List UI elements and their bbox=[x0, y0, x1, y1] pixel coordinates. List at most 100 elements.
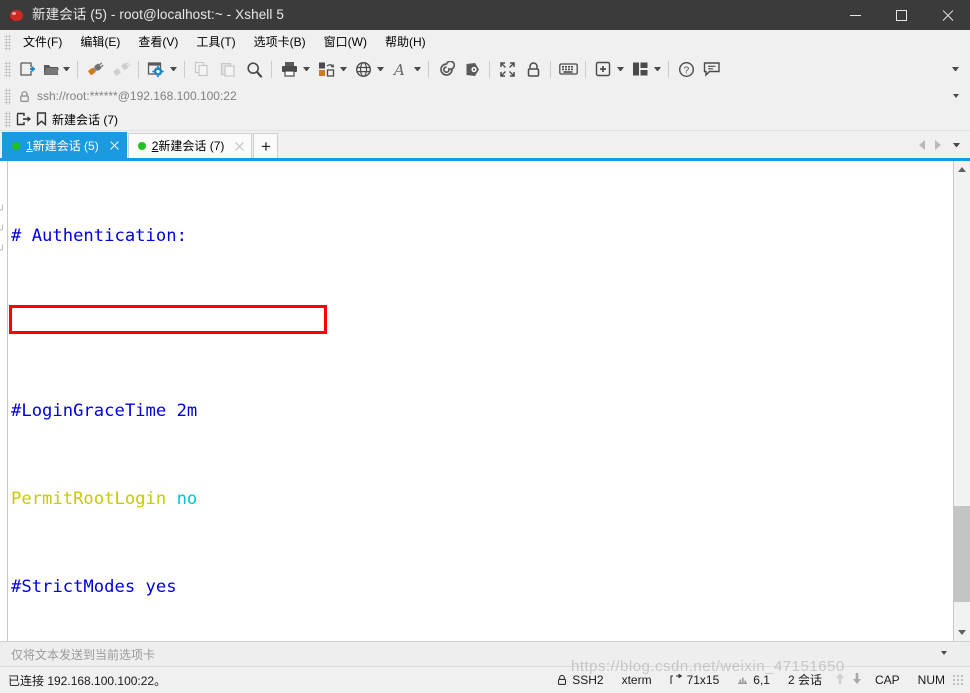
open-folder-caret-icon[interactable] bbox=[63, 67, 70, 71]
disconnect-plug-icon[interactable] bbox=[108, 57, 134, 81]
find-icon[interactable] bbox=[241, 57, 267, 81]
globe-icon[interactable] bbox=[350, 57, 376, 81]
status-caps-lock-label: CAP bbox=[874, 672, 900, 687]
toolbar-separator bbox=[184, 60, 185, 78]
tab-1-close-icon[interactable] bbox=[108, 139, 121, 152]
shell-spiral-icon[interactable] bbox=[433, 57, 459, 81]
fullscreen-icon[interactable] bbox=[494, 57, 520, 81]
address-dropdown-caret[interactable] bbox=[952, 94, 962, 98]
connect-plug-icon[interactable] bbox=[82, 57, 108, 81]
tab-1-count: (5) bbox=[84, 138, 99, 153]
toolbar-separator bbox=[550, 60, 551, 78]
scroll-up-arrow-icon[interactable] bbox=[954, 161, 970, 178]
toolbar-grip[interactable] bbox=[4, 60, 11, 78]
tab-bar: 1新建会话 (5) 2新建会话 (7) + bbox=[0, 131, 970, 158]
status-cursor-position: 6,1 bbox=[728, 667, 779, 693]
arrange-panes-icon[interactable] bbox=[627, 57, 653, 81]
transfer-file-icon[interactable] bbox=[313, 57, 339, 81]
xshell-logo-icon bbox=[8, 7, 25, 23]
address-input[interactable]: ssh://root:******@192.168.100.100:22 bbox=[14, 85, 952, 107]
cursor-pos-icon bbox=[737, 674, 748, 686]
tab-prev-arrow-icon[interactable] bbox=[919, 139, 925, 150]
title-bar: 新建会话 (5) - root@localhost:~ - Xshell 5 bbox=[0, 0, 970, 30]
tab-status-dot-icon bbox=[137, 142, 146, 150]
send-to-tab-bar[interactable]: 仅将文本发送到当前选项卡 bbox=[0, 641, 970, 666]
scroll-down-arrow-icon[interactable] bbox=[954, 624, 970, 641]
close-icon bbox=[941, 9, 954, 22]
terminal-screen[interactable]: # Authentication: #LoginGraceTime 2m Per… bbox=[8, 161, 953, 641]
paste-icon[interactable] bbox=[215, 57, 241, 81]
tab-1-label: 新建会话 bbox=[32, 138, 81, 153]
ssh-lock-icon bbox=[557, 674, 567, 686]
terminal-line: #LoginGraceTime 2m bbox=[11, 397, 953, 426]
session-properties-caret-icon[interactable] bbox=[170, 67, 177, 71]
help-icon[interactable]: ? bbox=[673, 57, 699, 81]
tab-2-close-icon[interactable] bbox=[233, 140, 246, 153]
scrollbar-track[interactable] bbox=[954, 178, 970, 624]
terminal-area: ╯ ╯ ╯ # Authentication: #LoginGraceTime … bbox=[0, 158, 970, 641]
terminal-scrollbar[interactable] bbox=[953, 161, 970, 641]
font-caret-icon[interactable] bbox=[414, 67, 421, 71]
resize-grip[interactable] bbox=[952, 674, 964, 686]
menu-view[interactable]: 查看(V) bbox=[129, 31, 187, 53]
keyboard-icon[interactable] bbox=[555, 57, 581, 81]
transfer-file-caret-icon[interactable] bbox=[340, 67, 347, 71]
status-terminal-size-label: 71x15 bbox=[686, 672, 720, 687]
status-bar-cells: SSH2 xterm 71x15 6,1 2 会话 CAP NUM bbox=[548, 667, 970, 693]
menu-help[interactable]: 帮助(H) bbox=[376, 31, 435, 53]
status-cursor-position-label: 6,1 bbox=[753, 672, 770, 687]
font-icon[interactable]: A bbox=[387, 57, 413, 81]
print-caret-icon[interactable] bbox=[303, 67, 310, 71]
tab-session-1[interactable]: 1新建会话 (5) bbox=[2, 132, 127, 158]
arrange-panes-caret-icon[interactable] bbox=[654, 67, 661, 71]
new-tab-button[interactable]: + bbox=[253, 133, 279, 158]
lock-icon[interactable] bbox=[520, 57, 546, 81]
terminal-span: #LoginGraceTime 2m bbox=[11, 401, 198, 422]
address-text: ssh://root:******@192.168.100.100:22 bbox=[37, 89, 237, 103]
compose-pane-icon[interactable] bbox=[459, 57, 485, 81]
copy-icon[interactable] bbox=[189, 57, 215, 81]
status-terminal-type: xterm bbox=[613, 667, 661, 693]
menu-file[interactable]: 文件(F) bbox=[14, 31, 71, 53]
terminal-fold-marks: ╯ ╯ ╯ bbox=[0, 161, 7, 641]
bookmark-item-new-session[interactable]: 新建会话 (7) bbox=[34, 111, 123, 128]
menu-window[interactable]: 窗口(W) bbox=[315, 31, 376, 53]
minimize-button[interactable] bbox=[832, 0, 878, 30]
sendbar-dropdown-caret[interactable] bbox=[940, 651, 950, 655]
add-layout-caret-icon[interactable] bbox=[617, 67, 624, 71]
scrollbar-thumb[interactable] bbox=[954, 506, 970, 602]
new-session-icon[interactable] bbox=[14, 57, 40, 81]
bookmarkbar-grip[interactable] bbox=[4, 110, 11, 128]
address-dropdown-caret-icon bbox=[953, 94, 959, 98]
menubar-grip[interactable] bbox=[4, 33, 11, 51]
menu-tabs[interactable]: 选项卡(B) bbox=[245, 31, 315, 53]
terminal-size-icon bbox=[670, 674, 682, 686]
comment-icon[interactable] bbox=[699, 57, 725, 81]
maximize-button[interactable] bbox=[878, 0, 924, 30]
tab-list-caret-icon[interactable] bbox=[953, 142, 960, 147]
terminal-span: # Authentication: bbox=[11, 225, 187, 246]
status-protocol-label: SSH2 bbox=[572, 672, 604, 687]
toolbar-separator bbox=[489, 60, 490, 78]
close-button[interactable] bbox=[924, 0, 970, 30]
open-folder-icon[interactable] bbox=[40, 57, 62, 81]
tab-session-2[interactable]: 2新建会话 (7) bbox=[127, 133, 253, 158]
tab-next-arrow-icon[interactable] bbox=[935, 139, 941, 150]
toolbar-separator bbox=[271, 60, 272, 78]
bookmark-bar: 新建会话 (7) bbox=[0, 108, 970, 131]
toolbar-overflow-caret-icon bbox=[952, 67, 959, 71]
addressbar-grip[interactable] bbox=[4, 87, 11, 105]
status-transfer-indicators bbox=[831, 672, 866, 688]
sendbar-dropdown-caret-icon bbox=[941, 651, 947, 655]
terminal-line: PermitRootLogin no bbox=[11, 485, 953, 514]
menu-edit[interactable]: 编辑(E) bbox=[71, 31, 129, 53]
open-session-icon[interactable] bbox=[14, 112, 34, 126]
print-icon[interactable] bbox=[276, 57, 302, 81]
add-layout-icon[interactable] bbox=[590, 57, 616, 81]
globe-caret-icon[interactable] bbox=[377, 67, 384, 71]
tab-navigation bbox=[914, 131, 970, 158]
toolbar-overflow-caret[interactable] bbox=[951, 54, 962, 84]
menu-tools[interactable]: 工具(T) bbox=[187, 31, 244, 53]
svg-text:A: A bbox=[392, 61, 405, 78]
session-properties-icon[interactable] bbox=[143, 57, 169, 81]
